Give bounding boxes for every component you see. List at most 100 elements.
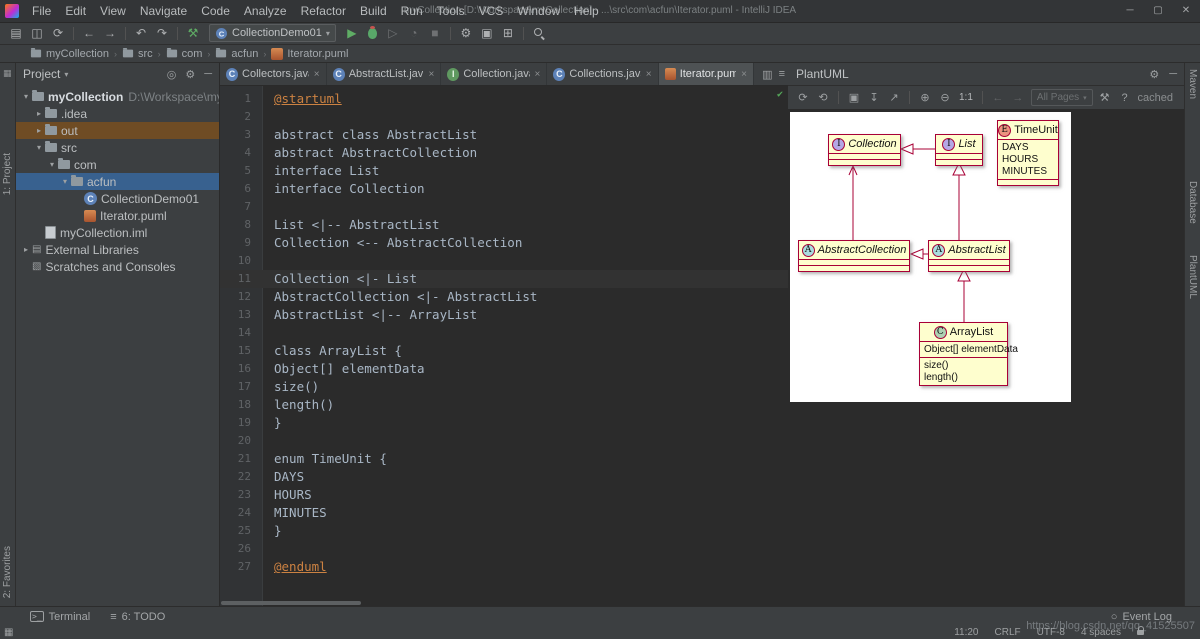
code-line[interactable]: 22 DAYS — [220, 468, 788, 486]
tree-collapse-arrow-icon[interactable]: ▸ — [20, 245, 32, 254]
tool-tab-database[interactable]: Database — [1187, 181, 1198, 224]
uml-class-abstractlist[interactable]: A AbstractList — [928, 240, 1010, 272]
code-line[interactable]: 9 Collection <-- AbstractCollection — [220, 234, 788, 252]
save-all-icon[interactable]: ◫ — [27, 23, 47, 43]
menu-analyze[interactable]: Analyze — [237, 0, 294, 22]
tree-expand-arrow-icon[interactable]: ▾ — [59, 177, 71, 186]
tab-collection.java[interactable]: I Collection.java × — [441, 63, 548, 85]
code-line[interactable]: 4 abstract AbstractCollection — [220, 144, 788, 162]
minimize-button[interactable]: ─ — [1116, 0, 1144, 22]
tree-row-collectiondemo01[interactable]: C CollectionDemo01 — [16, 190, 219, 207]
code-editor[interactable]: ✔ 1 @startuml 2 3 abstract class AbstractLis… — [220, 86, 788, 606]
code-line[interactable]: 25} — [220, 522, 788, 540]
editor-hscrollbar[interactable] — [221, 601, 361, 605]
stop-icon[interactable]: ■ — [425, 23, 445, 43]
close-tab-icon[interactable]: × — [314, 69, 320, 80]
panel-settings-gear-icon[interactable]: ⚙ — [185, 68, 195, 81]
chevron-down-icon[interactable]: ▾ — [64, 70, 68, 79]
code-line[interactable]: 7 — [220, 198, 788, 216]
undo-icon[interactable]: ↶ — [131, 23, 151, 43]
menu-tools[interactable]: Tools — [430, 0, 472, 22]
code-line[interactable]: 19} — [220, 414, 788, 432]
tool-tab-project[interactable]: 1: Project — [2, 153, 13, 195]
uml-class-list[interactable]: I List — [935, 134, 983, 166]
panel-settings-gear-icon[interactable]: ⚙ — [1149, 68, 1159, 81]
tool-tab-terminal[interactable]: >_ Terminal — [30, 611, 90, 623]
menu-file[interactable]: File — [25, 0, 58, 22]
project-panel-title[interactable]: Project — [23, 67, 60, 81]
code-line[interactable]: 27 @enduml — [220, 558, 788, 576]
code-line[interactable]: 18 length() — [220, 396, 788, 414]
forward-icon[interactable]: → — [100, 23, 120, 43]
toolwindow-switcher-icon[interactable]: ▦ — [4, 627, 13, 638]
code-line[interactable]: 12 AbstractCollection <|- AbstractList — [220, 288, 788, 306]
menu-run[interactable]: Run — [394, 0, 430, 22]
menu-window[interactable]: Window — [510, 0, 567, 22]
run-icon[interactable]: ▶ — [342, 23, 362, 43]
menu-edit[interactable]: Edit — [58, 0, 93, 22]
code-line[interactable]: 24 MINUTES — [220, 504, 788, 522]
tree-row-acfun[interactable]: ▾ acfun — [16, 173, 219, 190]
code-line[interactable]: 14 — [220, 324, 788, 342]
search-everywhere-icon[interactable] — [533, 27, 546, 40]
uml-class-abstractcollection[interactable]: A AbstractCollection — [798, 240, 910, 272]
tree-row-com[interactable]: ▾ com — [16, 156, 219, 173]
open-icon[interactable]: ▤ — [6, 23, 26, 43]
run-configuration-select[interactable]: C CollectionDemo01 ▾ — [209, 24, 336, 42]
tab-collectors.java[interactable]: C Collectors.java × — [220, 63, 327, 85]
uml-enum-timeunit[interactable]: E TimeUnit DAYS HOURS MINUTES — [997, 120, 1059, 186]
locate-target-icon[interactable]: ◎ — [167, 68, 177, 81]
prev-page-icon[interactable]: ← — [989, 92, 1007, 104]
menu-vcs[interactable]: VCS — [472, 0, 511, 22]
hide-panel-icon[interactable]: ─ — [1169, 68, 1177, 81]
tree-collapse-arrow-icon[interactable]: ▸ — [33, 126, 45, 135]
breadcrumb-item[interactable]: myCollection — [30, 48, 109, 60]
menu-view[interactable]: View — [93, 0, 133, 22]
help-icon[interactable]: ? — [1116, 92, 1134, 104]
code-line[interactable]: 11 Collection <|- List — [220, 270, 788, 288]
tree-row-mycollection.iml[interactable]: myCollection.iml — [16, 224, 219, 241]
code-line[interactable]: 26 — [220, 540, 788, 558]
tool-tab-favorites[interactable]: 2: Favorites — [2, 546, 13, 598]
tab-abstractlist.java[interactable]: C AbstractList.java × — [327, 63, 442, 85]
maximize-button[interactable]: ▢ — [1144, 0, 1172, 22]
coverage-icon[interactable]: ▷ — [383, 23, 403, 43]
code-line[interactable]: 3 abstract class AbstractList — [220, 126, 788, 144]
project-structure-icon[interactable]: ▣ — [477, 23, 497, 43]
tree-row-mycollection[interactable]: ▾ myCollection D:\Workspace\myColle — [16, 88, 219, 105]
zoom-actual-size-button[interactable]: 1:1 — [956, 92, 976, 103]
plugins-grid-icon[interactable]: ⊞ — [498, 23, 518, 43]
settings-gear-icon[interactable]: ⚙ — [456, 23, 476, 43]
debug-icon[interactable] — [367, 25, 377, 39]
uml-class-collection[interactable]: I Collection — [828, 134, 901, 166]
menu-help[interactable]: Help — [567, 0, 606, 22]
close-tab-icon[interactable]: × — [535, 69, 541, 80]
zoom-out-icon[interactable]: ⊖ — [936, 91, 954, 104]
tree-collapse-arrow-icon[interactable]: ▸ — [33, 109, 45, 118]
save-diagram-icon[interactable]: ↧ — [865, 91, 883, 104]
tab-collections.java[interactable]: C Collections.java × — [547, 63, 659, 85]
breadcrumb-item[interactable]: src — [122, 48, 153, 60]
tool-tab-todo[interactable]: ≡ 6: TODO — [110, 611, 165, 623]
code-line[interactable]: 16 Object[] elementData — [220, 360, 788, 378]
tree-row-iterator.puml[interactable]: Iterator.puml — [16, 207, 219, 224]
page-select[interactable]: All Pages ▾ — [1030, 89, 1093, 106]
hide-panel-icon[interactable]: ─ — [204, 68, 212, 81]
breadcrumb-item[interactable]: com — [166, 48, 202, 60]
code-line[interactable]: 10 — [220, 252, 788, 270]
code-line[interactable]: 6 interface Collection — [220, 180, 788, 198]
breadcrumb-item[interactable]: Iterator.puml — [271, 47, 348, 60]
code-line[interactable]: 17 size() — [220, 378, 788, 396]
code-line[interactable]: 21 enum TimeUnit { — [220, 450, 788, 468]
back-icon[interactable]: ← — [79, 23, 99, 43]
code-line[interactable]: 15 class ArrayList { — [220, 342, 788, 360]
close-tab-icon[interactable]: × — [646, 69, 652, 80]
tree-expand-arrow-icon[interactable]: ▾ — [46, 160, 58, 169]
next-page-icon[interactable]: → — [1009, 92, 1027, 104]
tab-list-icon[interactable]: ≡ — [779, 68, 785, 80]
close-tab-icon[interactable]: × — [741, 69, 747, 80]
copy-diagram-icon[interactable]: ▣ — [845, 91, 863, 104]
code-line[interactable]: 20 — [220, 432, 788, 450]
tree-row-out[interactable]: ▸ out — [16, 122, 219, 139]
close-button[interactable]: ✕ — [1172, 0, 1200, 22]
